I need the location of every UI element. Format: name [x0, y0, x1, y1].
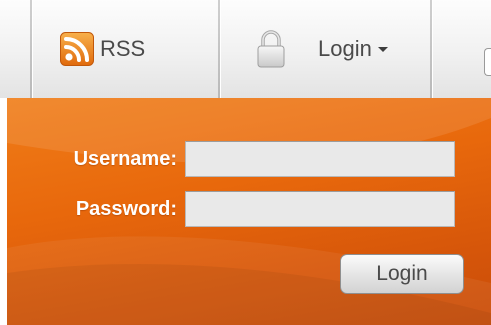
password-field[interactable] [185, 191, 455, 227]
login-label: Login [318, 36, 372, 61]
chevron-down-icon [377, 46, 388, 52]
login-submit-button[interactable]: Login [340, 254, 464, 294]
username-row: Username: [35, 141, 455, 177]
toolbar-divider [430, 0, 433, 98]
top-toolbar: RSS Login [0, 0, 491, 98]
panel-left-edge [0, 98, 7, 325]
padlock-icon [257, 30, 285, 68]
username-field[interactable] [185, 141, 455, 177]
login-dropdown-button[interactable]: Login [220, 0, 430, 98]
username-label: Username: [73, 147, 177, 170]
search-input-edge[interactable] [484, 48, 491, 76]
rss-feed-icon [60, 32, 94, 66]
password-row: Password: [35, 191, 455, 227]
password-label: Password: [75, 197, 177, 220]
rss-label: RSS [100, 36, 146, 61]
rss-toolbar-button[interactable]: RSS [32, 0, 217, 98]
login-panel: Username: Password: Login [7, 98, 491, 325]
login-widget: RSS Login Username: Password: Login [0, 0, 491, 325]
